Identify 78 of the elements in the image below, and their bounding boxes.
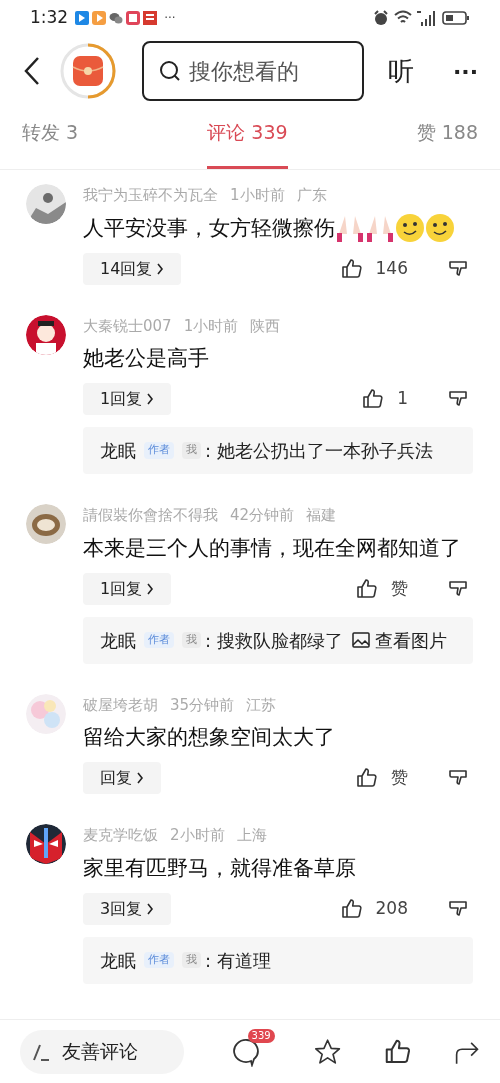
comment-text: 家里有匹野马，就得准备草原 <box>83 854 356 882</box>
comment-time: 35分钟前 <box>170 694 235 716</box>
thumbs-up-icon[interactable] <box>339 896 364 921</box>
battery-icon <box>442 10 470 26</box>
chevron-right-icon <box>146 582 155 595</box>
comment-time: 1小时前 <box>183 315 239 337</box>
like-count: 赞 <box>391 576 408 600</box>
me-badge: 我 <box>182 442 201 459</box>
comment-region: 江苏 <box>246 694 277 716</box>
like-count: 1 <box>397 387 408 411</box>
author-name: 龙眠 <box>100 628 136 653</box>
comment-time: 2小时前 <box>170 825 225 846</box>
reply-text: : 她老公扔出了一本孙子兵法 <box>205 439 433 463</box>
author-name: 龙眠 <box>100 948 136 973</box>
app-notification-icon <box>75 11 90 25</box>
search-icon <box>159 60 181 82</box>
like-count: 146 <box>375 256 408 280</box>
me-badge: 我 <box>182 951 201 969</box>
comment-region: 福建 <box>306 505 337 526</box>
shop-notification-icon <box>143 11 158 25</box>
comment-text: 本来是三个人的事情，现在全网都知道了 <box>83 534 461 562</box>
play-notification-icon <box>92 11 107 25</box>
thumbs-up-icon[interactable] <box>355 766 379 790</box>
comment-time: 1小时前 <box>230 185 285 206</box>
more-button[interactable]: ··· <box>452 54 478 88</box>
reply-text: : 有道理 <box>205 948 271 973</box>
listen-button[interactable]: 听 <box>388 51 414 91</box>
alarm-icon <box>373 10 389 26</box>
search-field[interactable]: 搜你想看的 <box>142 41 364 101</box>
comment-text: 留给大家的想象空间太大了 <box>83 724 335 751</box>
tab[interactable]: 评论 339 <box>207 117 288 169</box>
comment-region: 上海 <box>236 825 267 846</box>
replies-button[interactable]: 14回复 <box>83 252 182 285</box>
chat-notification-icon <box>109 11 124 25</box>
star-icon[interactable] <box>313 1036 341 1067</box>
comment-time: 42分钟前 <box>230 505 295 526</box>
replies-button[interactable]: 1回复 <box>83 572 172 605</box>
image-icon <box>350 630 371 650</box>
comment-count-badge: 339 <box>247 1028 275 1043</box>
like-count: 208 <box>375 896 408 920</box>
replies-button[interactable]: 1回复 <box>83 383 172 415</box>
smiley-icon <box>425 212 455 243</box>
replies-button[interactable]: 3回复 <box>83 892 172 925</box>
comment-text: 她老公是高手 <box>83 345 209 372</box>
more-notifications: ··· <box>164 10 176 27</box>
author-badge: 作者 <box>144 442 174 459</box>
author-reply[interactable]: 龙眠 作者 我 : 她老公扔出了一本孙子兵法 <box>83 427 473 474</box>
comment-input[interactable]: 友善评论 <box>20 1029 184 1074</box>
author-reply[interactable]: 龙眠 作者 我 : 有道理 <box>83 936 473 984</box>
cellular-signal-icon <box>417 10 437 26</box>
reply-text: : 搜救队脸都绿了 <box>205 628 343 653</box>
comment-region: 陕西 <box>250 315 281 337</box>
thumbs-up-icon[interactable] <box>339 256 364 281</box>
chevron-right-icon <box>146 393 155 405</box>
smiley-icon <box>395 212 425 243</box>
search-placeholder: 搜你想看的 <box>189 57 299 86</box>
comment-text: 人平安没事，女方轻微擦伤 <box>83 214 335 242</box>
chevron-right-icon <box>146 902 155 915</box>
back-icon[interactable] <box>22 56 42 86</box>
author-name: 龙眠 <box>100 439 136 463</box>
thumbs-up-icon[interactable] <box>355 576 379 601</box>
author-badge: 作者 <box>144 951 174 969</box>
comment-placeholder: 友善评论 <box>62 1039 138 1065</box>
tab[interactable]: 赞 188 <box>416 117 478 169</box>
view-image-link[interactable]: 查看图片 <box>374 626 447 654</box>
clock-time: 1:32 <box>30 6 69 30</box>
gift-envelope-icon[interactable] <box>60 43 116 99</box>
chevron-right-icon <box>136 772 144 784</box>
replies-button[interactable]: 回复 <box>83 762 161 794</box>
book-notification-icon <box>126 11 141 25</box>
chevron-right-icon <box>156 262 165 275</box>
author-badge: 作者 <box>144 631 174 649</box>
tab[interactable]: 转发 3 <box>22 117 79 169</box>
me-badge: 我 <box>182 631 201 649</box>
comment-region: 广东 <box>296 185 327 206</box>
author-reply[interactable]: 龙眠 作者 我 : 搜救队脸都绿了 查看图片 <box>83 616 473 664</box>
thumbs-up-icon[interactable] <box>361 387 386 411</box>
like-count: 赞 <box>391 766 408 790</box>
